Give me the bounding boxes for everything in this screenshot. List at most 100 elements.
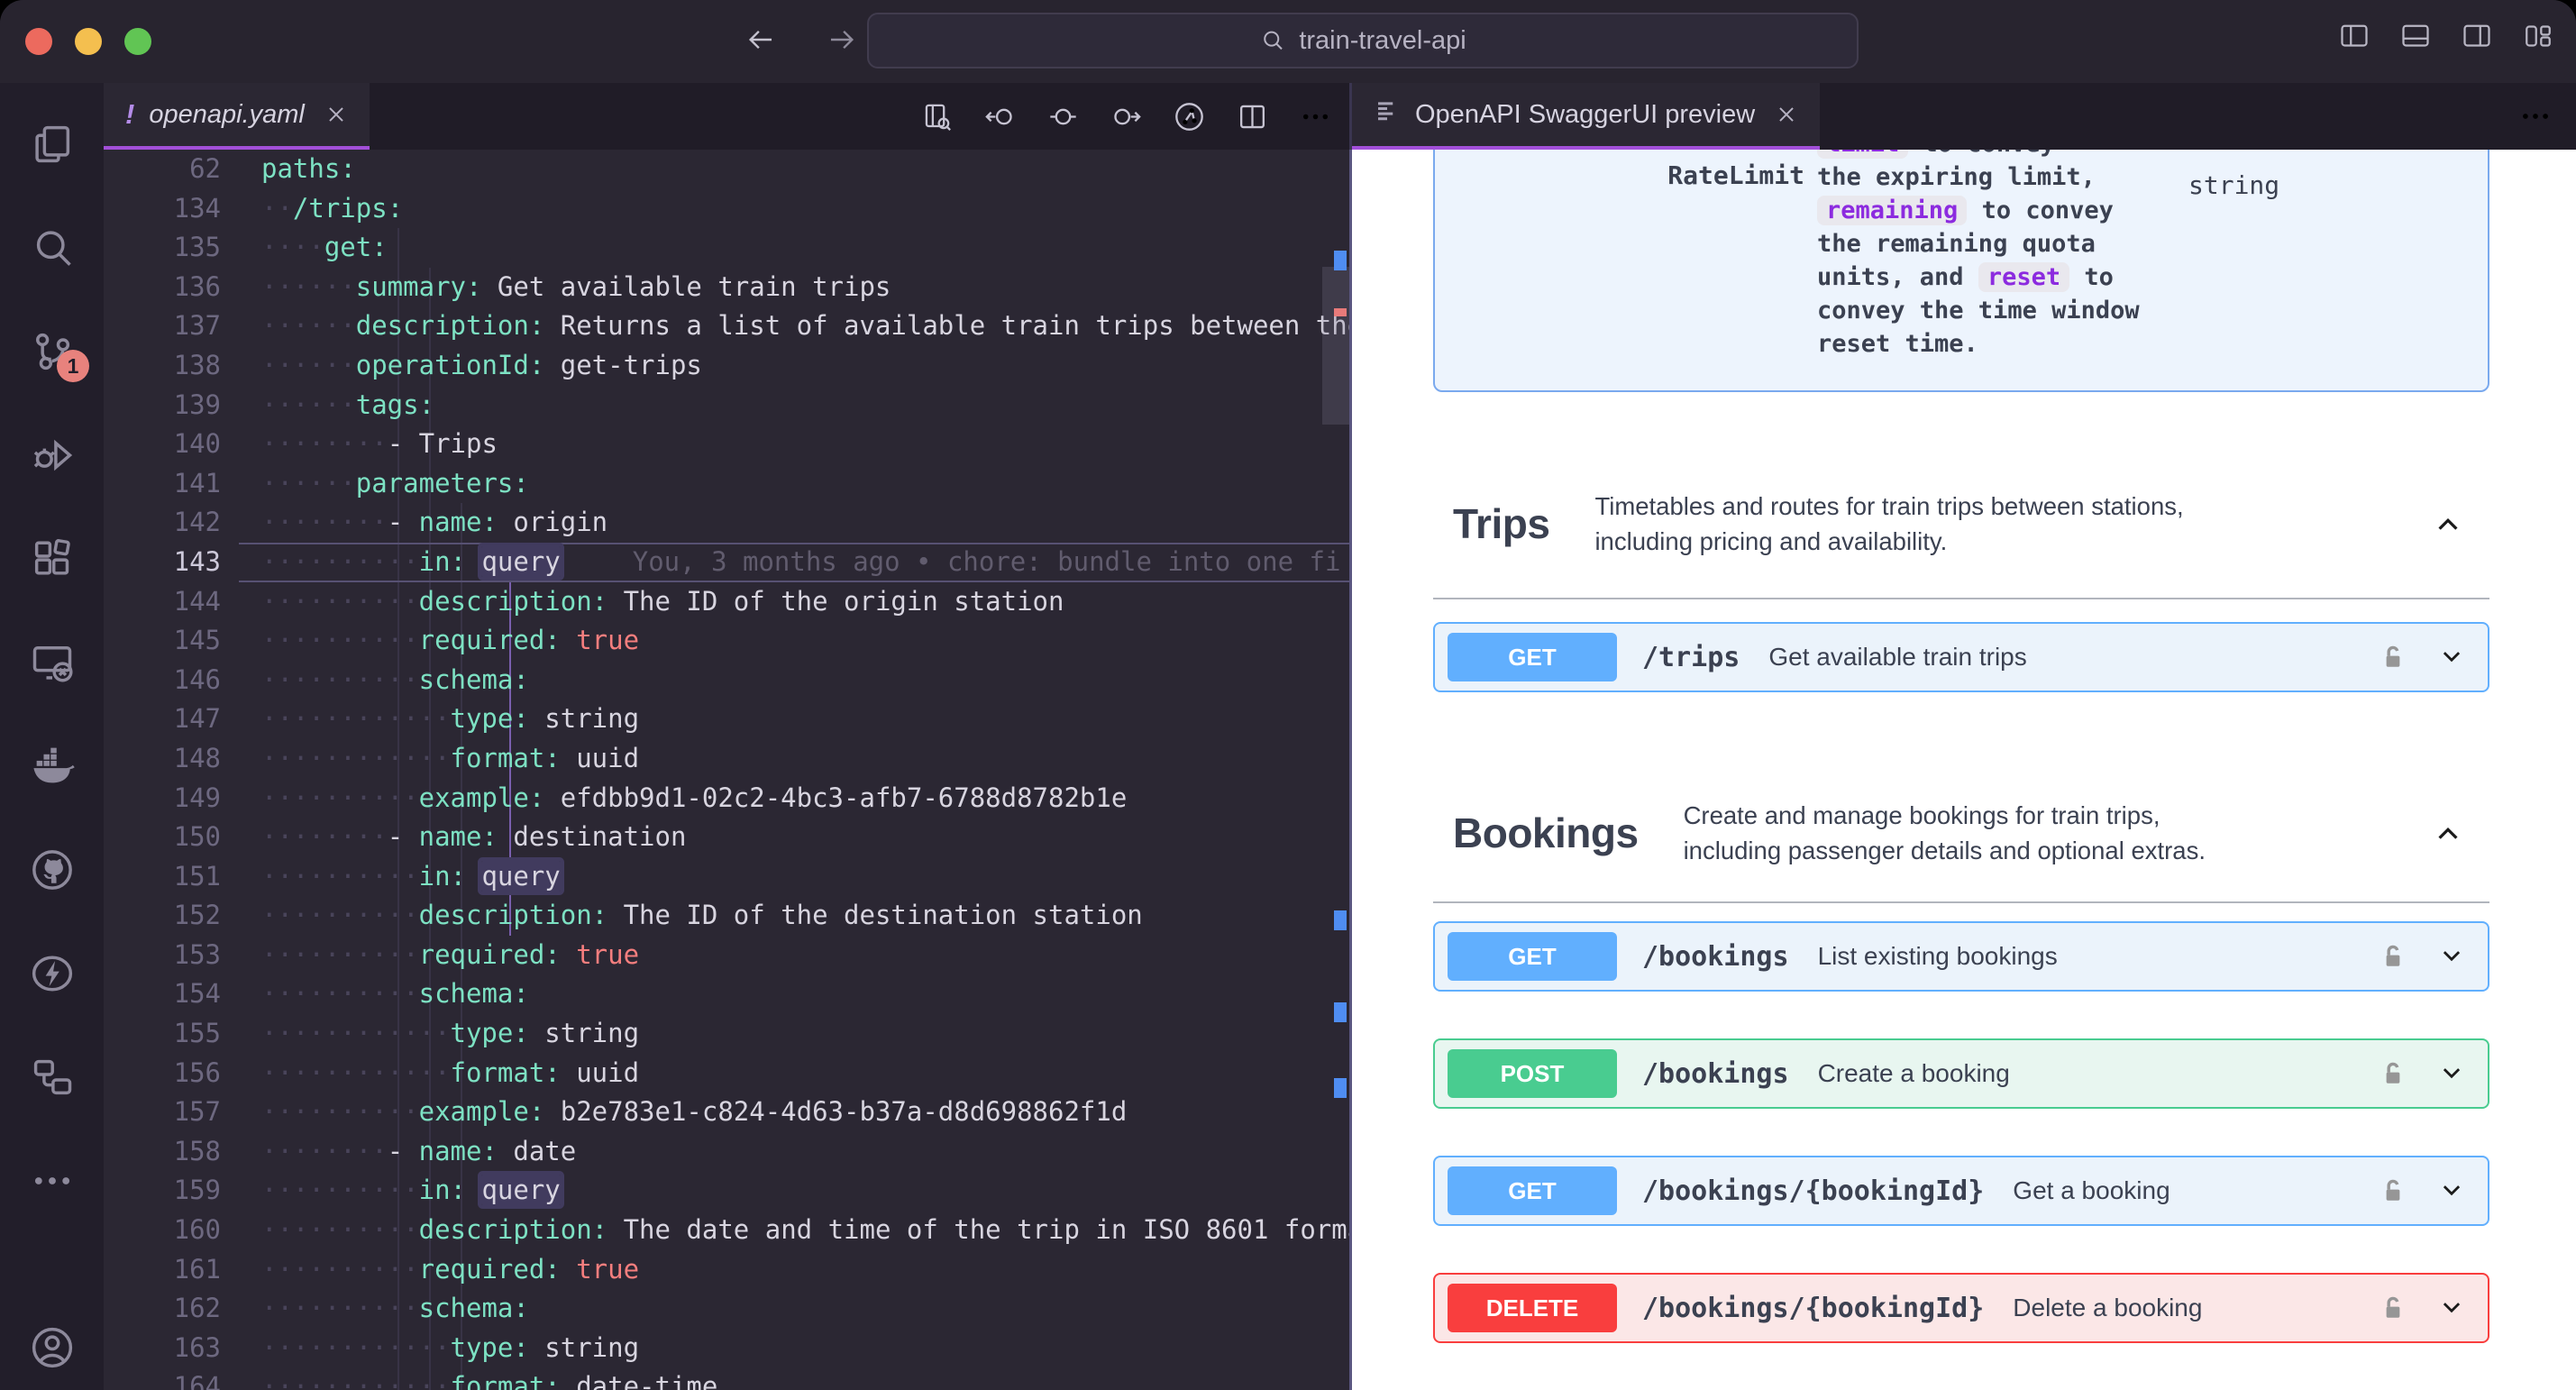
expand-operation-button[interactable] — [2434, 645, 2470, 669]
code-line-147[interactable]: 147 ············type: string — [104, 700, 1349, 739]
code-line-148[interactable]: 148 ············format: uuid — [104, 739, 1349, 779]
editor-scrollbar[interactable] — [1322, 267, 1349, 425]
overview-ruler-mark — [1334, 1002, 1347, 1022]
line-number: 160 — [173, 1214, 221, 1246]
more-actions-button[interactable] — [2518, 83, 2553, 150]
editor-action-next-change[interactable] — [1108, 98, 1144, 134]
activity-item-github[interactable] — [0, 827, 104, 913]
code-line-62[interactable]: 62 paths: — [104, 150, 1349, 189]
activity-item-debug[interactable] — [0, 412, 104, 498]
code-line-152[interactable]: 152 ··········description: The ID of the … — [104, 896, 1349, 936]
chevron-down-icon — [2443, 951, 2461, 962]
overview-ruler-error-mark — [1334, 308, 1347, 316]
operation-row-get-bookingsbookingId[interactable]: GET/bookings/{bookingId} Get a booking — [1433, 1156, 2489, 1226]
line-number: 154 — [173, 978, 221, 1010]
expand-operation-button[interactable] — [2434, 945, 2470, 968]
activity-item-flow[interactable] — [0, 1034, 104, 1120]
code-line-153[interactable]: 153 ··········required: true — [104, 936, 1349, 975]
code-line-140[interactable]: 140 ········- Trips — [104, 425, 1349, 464]
activity-item-ellipsis[interactable] — [0, 1138, 104, 1224]
code-line-136[interactable]: 136 ······summary: Get available train tr… — [104, 268, 1349, 307]
editor-action-preview-search[interactable] — [918, 98, 955, 134]
lock-open-icon — [2386, 1179, 2400, 1201]
tab-label: OpenAPI SwaggerUI preview — [1415, 99, 1756, 129]
code-line-164[interactable]: 164 ············format: date-time — [104, 1367, 1349, 1390]
auth-lock-button[interactable] — [2378, 937, 2408, 975]
code-line-143[interactable]: 143 ··········in: query You, 3 months ago … — [104, 543, 1349, 582]
code-line-139[interactable]: 139 ······tags: — [104, 386, 1349, 425]
zoom-window-button[interactable] — [124, 28, 151, 55]
code-line-141[interactable]: 141 ······parameters: — [104, 464, 1349, 504]
operation-row-get-trips[interactable]: GET/trips Get available train trips — [1433, 622, 2489, 692]
code-line-150[interactable]: 150 ········- name: destination — [104, 818, 1349, 857]
activity-item-files[interactable] — [0, 101, 104, 187]
line-number: 139 — [173, 389, 221, 420]
editor-action-prev-change[interactable] — [982, 98, 1018, 134]
code-editor[interactable]: 62 paths: 134 ··/trips: 135 ····get: 136 ······… — [104, 150, 1349, 1390]
auth-lock-button[interactable] — [2378, 638, 2408, 676]
operation-row-get-bookings[interactable]: GET/bookings List existing bookings — [1433, 921, 2489, 992]
editor-action-api-run[interactable] — [1171, 98, 1207, 134]
layout-right-button[interactable] — [2459, 18, 2495, 54]
activity-item-account[interactable] — [0, 1304, 104, 1390]
layout-bottom-button[interactable] — [2398, 18, 2434, 54]
code-line-161[interactable]: 161 ··········required: true — [104, 1250, 1349, 1290]
expand-operation-button[interactable] — [2434, 1179, 2470, 1203]
code-line-159[interactable]: 159 ··········in: query — [104, 1171, 1349, 1211]
tab-swagger-preview[interactable]: OpenAPI SwaggerUI preview — [1352, 83, 1821, 150]
code-line-146[interactable]: 146 ··········schema: — [104, 661, 1349, 700]
layout-custom-button[interactable] — [2520, 18, 2556, 54]
code-line-157[interactable]: 157 ··········example: b2e783e1-c824-4d63… — [104, 1093, 1349, 1132]
editor-action-split[interactable] — [1234, 98, 1270, 134]
expand-operation-button[interactable] — [2434, 1062, 2470, 1085]
code-line-138[interactable]: 138 ······operationId: get-trips — [104, 346, 1349, 386]
collapse-section-button[interactable] — [2428, 510, 2468, 537]
code-line-144[interactable]: 144 ··········description: The ID of the … — [104, 582, 1349, 622]
chevron-up-icon — [2438, 827, 2458, 839]
close-window-button[interactable] — [25, 28, 52, 55]
next-change-icon — [1113, 108, 1141, 124]
minimize-window-button[interactable] — [75, 28, 102, 55]
code-line-154[interactable]: 154 ··········schema: — [104, 974, 1349, 1014]
code-line-160[interactable]: 160 ··········description: The date and t… — [104, 1211, 1349, 1250]
activity-item-remote[interactable] — [0, 619, 104, 706]
code-line-149[interactable]: 149 ··········example: efdbb9d1-02c2-4bc3… — [104, 779, 1349, 818]
code-line-137[interactable]: 137 ······description: Returns a list of … — [104, 306, 1349, 346]
activity-item-docker[interactable] — [0, 723, 104, 809]
layout-left-button[interactable] — [2336, 18, 2372, 54]
chevron-down-icon — [2443, 1185, 2461, 1196]
collapse-section-button[interactable] — [2428, 819, 2468, 846]
operation-row-delete-bookingsbookingId[interactable]: DELETE/bookings/{bookingId} Delete a book… — [1433, 1273, 2489, 1343]
operation-row-post-bookings[interactable]: POST/bookings Create a booking — [1433, 1038, 2489, 1109]
command-center-search[interactable]: train-travel-api — [867, 13, 1859, 69]
preview-list-icon — [1374, 97, 1401, 132]
editor-action-ellipsis[interactable] — [1297, 98, 1333, 134]
code-line-158[interactable]: 158 ········- name: date — [104, 1132, 1349, 1172]
close-tab-button[interactable] — [324, 103, 348, 126]
account-icon — [32, 1327, 72, 1368]
activity-item-lightning[interactable] — [0, 930, 104, 1017]
code-line-163[interactable]: 163 ············type: string — [104, 1329, 1349, 1368]
expand-operation-button[interactable] — [2434, 1296, 2470, 1320]
activity-item-source-control[interactable]: 1 — [0, 308, 104, 395]
activity-item-extensions[interactable] — [0, 516, 104, 602]
code-line-156[interactable]: 156 ············format: uuid — [104, 1054, 1349, 1093]
auth-lock-button[interactable] — [2378, 1055, 2408, 1093]
code-line-145[interactable]: 145 ··········required: true — [104, 621, 1349, 661]
close-tab-button[interactable] — [1775, 103, 1798, 126]
operation-path: /trips — [1642, 641, 1740, 673]
auth-lock-button[interactable] — [2378, 1172, 2408, 1210]
editor-action-change[interactable] — [1045, 98, 1081, 134]
code-line-162[interactable]: 162 ··········schema: — [104, 1289, 1349, 1329]
code-line-151[interactable]: 151 ··········in: query — [104, 857, 1349, 897]
code-line-135[interactable]: 135 ····get: — [104, 228, 1349, 268]
code-line-155[interactable]: 155 ············type: string — [104, 1014, 1349, 1054]
code-line-142[interactable]: 142 ········- name: origin — [104, 503, 1349, 543]
tab-openapi-yaml[interactable]: ! openapi.yaml — [104, 83, 370, 150]
section-description: Timetables and routes for train trips be… — [1594, 492, 2184, 555]
activity-item-search[interactable] — [0, 205, 104, 291]
back-button[interactable] — [737, 16, 784, 63]
code-line-134[interactable]: 134 ··/trips: — [104, 189, 1349, 229]
auth-lock-button[interactable] — [2378, 1289, 2408, 1327]
forward-button[interactable] — [818, 16, 865, 63]
